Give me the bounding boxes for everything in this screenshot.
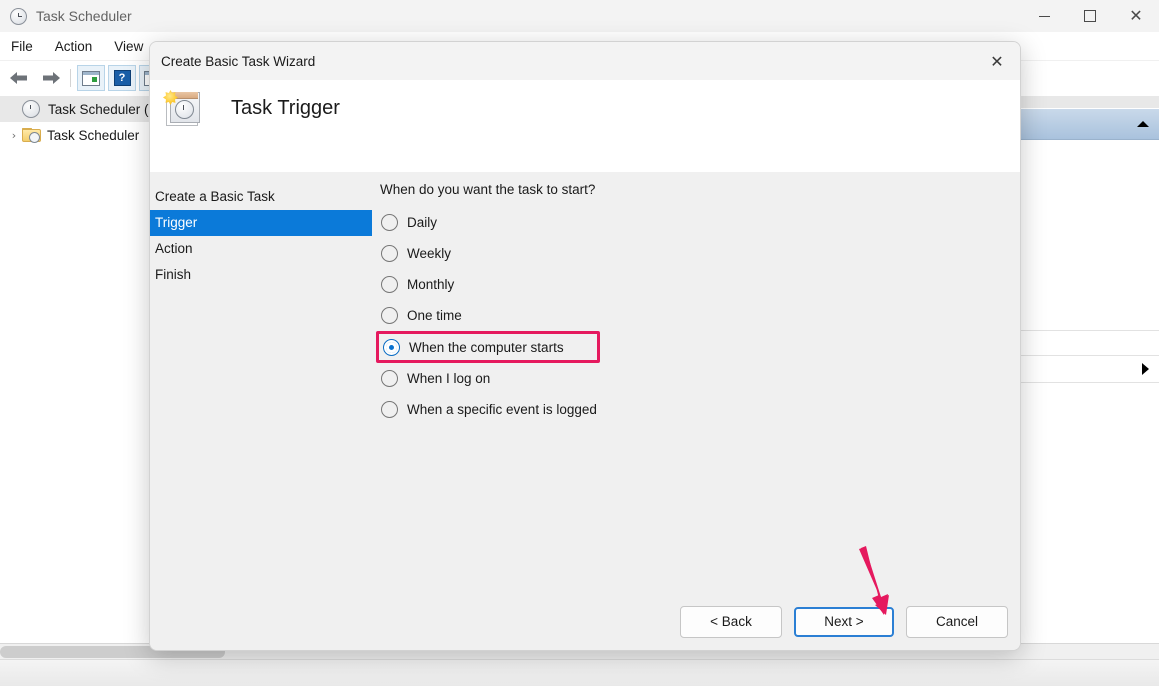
trigger-question-label: When do you want the task to start? <box>380 182 596 197</box>
radio-option-monthly[interactable]: Monthly <box>380 269 604 300</box>
radio-label: When I log on <box>407 371 491 386</box>
radio-icon[interactable] <box>381 276 398 293</box>
menu-item-action[interactable]: Action <box>44 36 104 57</box>
wizard-close-button[interactable]: ✕ <box>974 42 1020 80</box>
maximize-button[interactable] <box>1067 0 1113 32</box>
show-hide-console-tree-button[interactable] <box>77 65 105 91</box>
status-bar <box>0 659 1159 686</box>
maximize-icon <box>1084 10 1096 22</box>
radio-option-when-i-log-on[interactable]: When I log on <box>380 363 604 394</box>
clock-icon <box>22 100 40 118</box>
forward-button[interactable] <box>38 66 64 90</box>
help-icon: ? <box>113 70 131 86</box>
wizard-step-list: Create a Basic Task Trigger Action Finis… <box>150 172 372 593</box>
radio-label: Weekly <box>407 246 452 261</box>
triangle-right-icon[interactable] <box>1142 363 1149 375</box>
close-icon: ✕ <box>1129 6 1143 25</box>
close-icon: ✕ <box>990 51 1004 71</box>
wizard-main-content: When do you want the task to start? Dail… <box>372 172 1020 593</box>
wizard-step-trigger[interactable]: Trigger <box>150 210 372 236</box>
radio-icon-selected[interactable] <box>383 338 400 356</box>
wizard-title: Create Basic Task Wizard <box>161 53 316 69</box>
main-window-title: Task Scheduler <box>36 8 132 24</box>
wizard-step-create-a-basic-task[interactable]: Create a Basic Task <box>150 184 372 210</box>
folder-clock-icon <box>22 128 41 143</box>
radio-label: When the computer starts <box>409 339 564 355</box>
tree-item-label: Task Scheduler <box>47 127 140 143</box>
wizard-step-action[interactable]: Action <box>150 236 372 262</box>
radio-option-when-a-specific-event-is-logged[interactable]: When a specific event is logged <box>380 394 604 425</box>
radio-icon[interactable] <box>381 370 398 387</box>
help-button[interactable]: ? <box>108 65 136 91</box>
radio-option-when-the-computer-starts[interactable]: When the computer starts <box>376 331 600 363</box>
arrow-right-icon <box>43 72 60 84</box>
radio-option-weekly[interactable]: Weekly <box>380 238 604 269</box>
actions-pane-expand-row[interactable] <box>1015 356 1159 382</box>
radio-label: When a specific event is logged <box>407 402 597 417</box>
close-window-button[interactable]: ✕ <box>1113 0 1159 32</box>
wizard-footer: < Back Next > Cancel <box>150 593 1020 650</box>
next-button[interactable]: Next > <box>794 606 894 637</box>
tree-item-label: Task Scheduler (Lo <box>48 101 164 117</box>
back-button[interactable] <box>6 66 32 90</box>
tree-expander[interactable]: › <box>6 129 22 142</box>
radio-icon[interactable] <box>381 307 398 324</box>
radio-option-daily[interactable]: Daily <box>380 207 604 238</box>
wizard-page-heading: Task Trigger <box>231 97 340 119</box>
menu-item-view[interactable]: View <box>103 36 154 57</box>
menu-item-file[interactable]: File <box>0 36 44 57</box>
wizard-banner: Task Trigger <box>150 80 1020 182</box>
triangle-up-icon[interactable] <box>1137 121 1149 127</box>
wizard-step-finish[interactable]: Finish <box>150 262 372 288</box>
show-hide-console-tree-icon <box>82 70 100 86</box>
actions-pane <box>1014 108 1159 438</box>
main-window-titlebar: Task Scheduler ✕ <box>0 0 1159 32</box>
radio-icon[interactable] <box>381 214 398 231</box>
minimize-button[interactable] <box>1021 0 1067 32</box>
divider <box>1015 382 1159 383</box>
radio-label: Monthly <box>407 277 455 292</box>
minimize-icon <box>1038 15 1050 17</box>
arrow-left-icon <box>10 72 27 84</box>
toolbar-separator <box>70 69 71 87</box>
radio-label: One time <box>407 308 462 323</box>
radio-option-one-time[interactable]: One time <box>380 300 604 331</box>
radio-icon[interactable] <box>381 401 398 418</box>
radio-icon[interactable] <box>381 245 398 262</box>
back-button[interactable]: < Back <box>680 605 782 638</box>
create-basic-task-wizard-dialog: Create Basic Task Wizard ✕ Task Trigger … <box>149 41 1021 651</box>
radio-label: Daily <box>407 215 438 230</box>
wizard-titlebar: Create Basic Task Wizard ✕ <box>150 42 1020 80</box>
cancel-button[interactable]: Cancel <box>906 605 1008 638</box>
wizard-body: Create a Basic Task Trigger Action Finis… <box>150 172 1020 593</box>
task-trigger-calendar-clock-icon <box>163 90 203 128</box>
actions-pane-header[interactable] <box>1015 108 1159 140</box>
clock-icon <box>10 7 27 25</box>
